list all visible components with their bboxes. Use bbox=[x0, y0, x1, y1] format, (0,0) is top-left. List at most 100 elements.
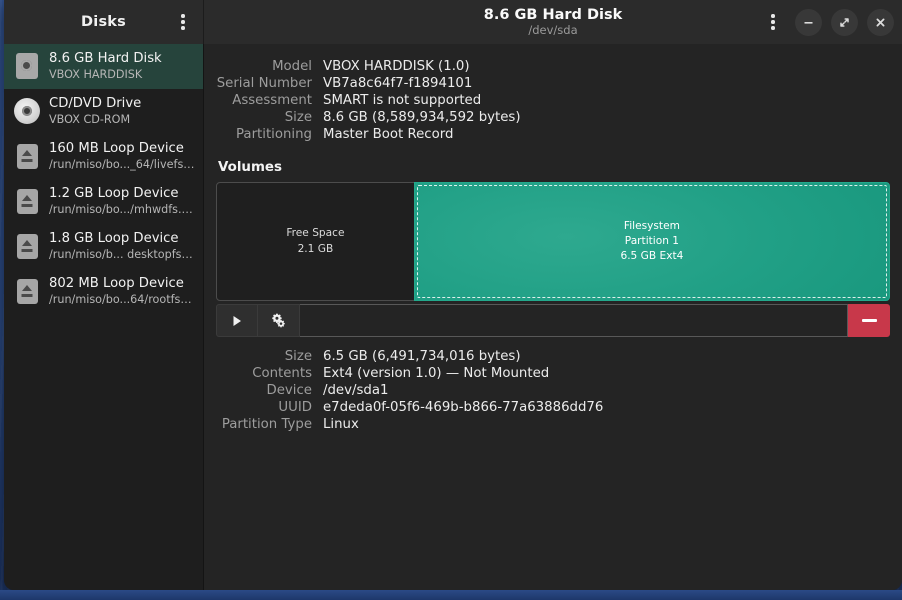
kebab-menu-icon bbox=[771, 14, 775, 30]
maximize-button[interactable] bbox=[831, 9, 858, 36]
info-row: PartitioningMaster Boot Record bbox=[216, 126, 890, 143]
info-key: Device bbox=[216, 382, 323, 399]
minus-icon bbox=[862, 319, 877, 322]
loop-device-icon bbox=[17, 189, 38, 214]
device-list-item[interactable]: 160 MB Loop Device/run/miso/bo..._64/liv… bbox=[4, 134, 203, 179]
info-value: e7deda0f-05f6-469b-b866-77a63886dd76 bbox=[323, 399, 890, 416]
info-value: Master Boot Record bbox=[323, 126, 890, 143]
sidebar-header: Disks bbox=[4, 0, 204, 44]
device-list-item[interactable]: 1.8 GB Loop Device/run/miso/b... desktop… bbox=[4, 224, 203, 269]
device-name: 1.8 GB Loop Device bbox=[49, 231, 195, 247]
info-key: Serial Number bbox=[216, 75, 323, 92]
device-text: CD/DVD DriveVBOX CD-ROM bbox=[49, 96, 141, 127]
app-title: Disks bbox=[81, 14, 126, 30]
desktop-dock-strip bbox=[0, 590, 902, 600]
info-row: Partition TypeLinux bbox=[216, 416, 890, 433]
device-subtitle: /run/miso/bo...64/rootfs.sfs bbox=[49, 293, 195, 307]
info-value: 6.5 GB (6,491,734,016 bytes) bbox=[323, 348, 890, 365]
info-key: Contents bbox=[216, 365, 323, 382]
info-value: Linux bbox=[323, 416, 890, 433]
device-icon-wrap bbox=[14, 142, 40, 170]
device-list-item[interactable]: 802 MB Loop Device/run/miso/bo...64/root… bbox=[4, 269, 203, 314]
device-sidebar[interactable]: 8.6 GB Hard DiskVBOX HARDDISK CD/DVD Driv… bbox=[4, 44, 204, 590]
play-icon bbox=[230, 314, 244, 328]
device-list-item[interactable]: 1.2 GB Loop Device/run/miso/bo.../mhwdfs… bbox=[4, 179, 203, 224]
info-value: /dev/sda1 bbox=[323, 382, 890, 399]
device-subtitle: /run/miso/bo.../mhwdfs.sfs bbox=[49, 203, 195, 217]
device-subtitle: VBOX CD-ROM bbox=[49, 113, 141, 127]
device-subtitle: /run/miso/bo..._64/livefs.sfs bbox=[49, 158, 195, 172]
volume-info-table: Size6.5 GB (6,491,734,016 bytes)Contents… bbox=[216, 348, 890, 433]
maximize-icon bbox=[838, 16, 851, 29]
window-body: 8.6 GB Hard DiskVBOX HARDDISK CD/DVD Driv… bbox=[4, 44, 902, 590]
volume-label-line: Free Space bbox=[286, 226, 344, 241]
info-row: UUIDe7deda0f-05f6-469b-b866-77a63886dd76 bbox=[216, 399, 890, 416]
minimize-button[interactable] bbox=[795, 9, 822, 36]
volumes-bar[interactable]: Free Space2.1 GB FilesystemPartition 16.5… bbox=[216, 182, 890, 301]
device-icon-wrap bbox=[14, 187, 40, 215]
volume-label-line: Filesystem bbox=[620, 219, 683, 234]
window-header: 8.6 GB Hard Disk /dev/sda bbox=[204, 0, 902, 44]
info-row: Device/dev/sda1 bbox=[216, 382, 890, 399]
volume-label-line: 2.1 GB bbox=[286, 242, 344, 257]
device-list-item[interactable]: CD/DVD DriveVBOX CD-ROM bbox=[4, 89, 203, 134]
device-subtitle: VBOX HARDDISK bbox=[49, 68, 162, 82]
volume-settings-button[interactable] bbox=[258, 304, 300, 337]
device-list-item[interactable]: 8.6 GB Hard DiskVBOX HARDDISK bbox=[4, 44, 203, 89]
gears-icon bbox=[270, 312, 287, 329]
info-value: Ext4 (version 1.0) — Not Mounted bbox=[323, 365, 890, 382]
device-icon-wrap bbox=[14, 52, 40, 80]
window-controls bbox=[760, 9, 894, 36]
volume-segment-partition[interactable]: FilesystemPartition 16.5 GB Ext4 bbox=[414, 182, 890, 301]
volume-toolbar-spacer bbox=[300, 304, 848, 337]
device-name: 1.2 GB Loop Device bbox=[49, 186, 195, 202]
device-text: 1.2 GB Loop Device/run/miso/bo.../mhwdfs… bbox=[49, 186, 195, 217]
drive-info-table: ModelVBOX HARDDISK (1.0)Serial NumberVB7… bbox=[216, 58, 890, 143]
device-icon-wrap bbox=[14, 277, 40, 305]
sidebar-menu-button[interactable] bbox=[169, 8, 197, 36]
volumes-section-title: Volumes bbox=[218, 160, 890, 175]
device-name: CD/DVD Drive bbox=[49, 96, 141, 112]
hard-disk-icon bbox=[16, 53, 38, 79]
device-name: 802 MB Loop Device bbox=[49, 276, 195, 292]
main-panel: ModelVBOX HARDDISK (1.0)Serial NumberVB7… bbox=[204, 44, 902, 590]
info-key: Size bbox=[216, 109, 323, 126]
info-key: Partitioning bbox=[216, 126, 323, 143]
info-key: Size bbox=[216, 348, 323, 365]
device-icon-wrap bbox=[14, 232, 40, 260]
loop-device-icon bbox=[17, 279, 38, 304]
device-icon-wrap bbox=[14, 97, 40, 125]
minimize-icon bbox=[802, 16, 815, 29]
info-key: Model bbox=[216, 58, 323, 75]
info-row: Size6.5 GB (6,491,734,016 bytes) bbox=[216, 348, 890, 365]
mount-volume-button[interactable] bbox=[216, 304, 258, 337]
window-menu-button[interactable] bbox=[760, 9, 786, 35]
close-button[interactable] bbox=[867, 9, 894, 36]
info-row: Serial NumberVB7a8c64f7-f1894101 bbox=[216, 75, 890, 92]
info-value: 8.6 GB (8,589,934,592 bytes) bbox=[323, 109, 890, 126]
loop-device-icon bbox=[17, 144, 38, 169]
delete-volume-button[interactable] bbox=[848, 304, 890, 337]
info-value: SMART is not supported bbox=[323, 92, 890, 109]
optical-disc-icon bbox=[14, 98, 40, 124]
device-text: 8.6 GB Hard DiskVBOX HARDDISK bbox=[49, 51, 162, 82]
info-key: Partition Type bbox=[216, 416, 323, 433]
device-text: 160 MB Loop Device/run/miso/bo..._64/liv… bbox=[49, 141, 195, 172]
info-value: VB7a8c64f7-f1894101 bbox=[323, 75, 890, 92]
device-name: 8.6 GB Hard Disk bbox=[49, 51, 162, 67]
info-key: Assessment bbox=[216, 92, 323, 109]
info-key: UUID bbox=[216, 399, 323, 416]
close-icon bbox=[874, 16, 887, 29]
volume-segment-label: Free Space2.1 GB bbox=[286, 226, 344, 256]
device-text: 802 MB Loop Device/run/miso/bo...64/root… bbox=[49, 276, 195, 307]
device-text: 1.8 GB Loop Device/run/miso/b... desktop… bbox=[49, 231, 195, 262]
info-row: Size8.6 GB (8,589,934,592 bytes) bbox=[216, 109, 890, 126]
device-subtitle: /run/miso/b... desktopfs.sfs bbox=[49, 248, 195, 262]
disks-window: Disks 8.6 GB Hard Disk /dev/sda bbox=[4, 0, 902, 590]
kebab-menu-icon bbox=[181, 14, 185, 30]
volume-segment-free-space[interactable]: Free Space2.1 GB bbox=[216, 182, 415, 301]
info-value: VBOX HARDDISK (1.0) bbox=[323, 58, 890, 75]
info-row: ModelVBOX HARDDISK (1.0) bbox=[216, 58, 890, 75]
info-row: ContentsExt4 (version 1.0) — Not Mounted bbox=[216, 365, 890, 382]
volume-segment-label: FilesystemPartition 16.5 GB Ext4 bbox=[620, 219, 683, 264]
